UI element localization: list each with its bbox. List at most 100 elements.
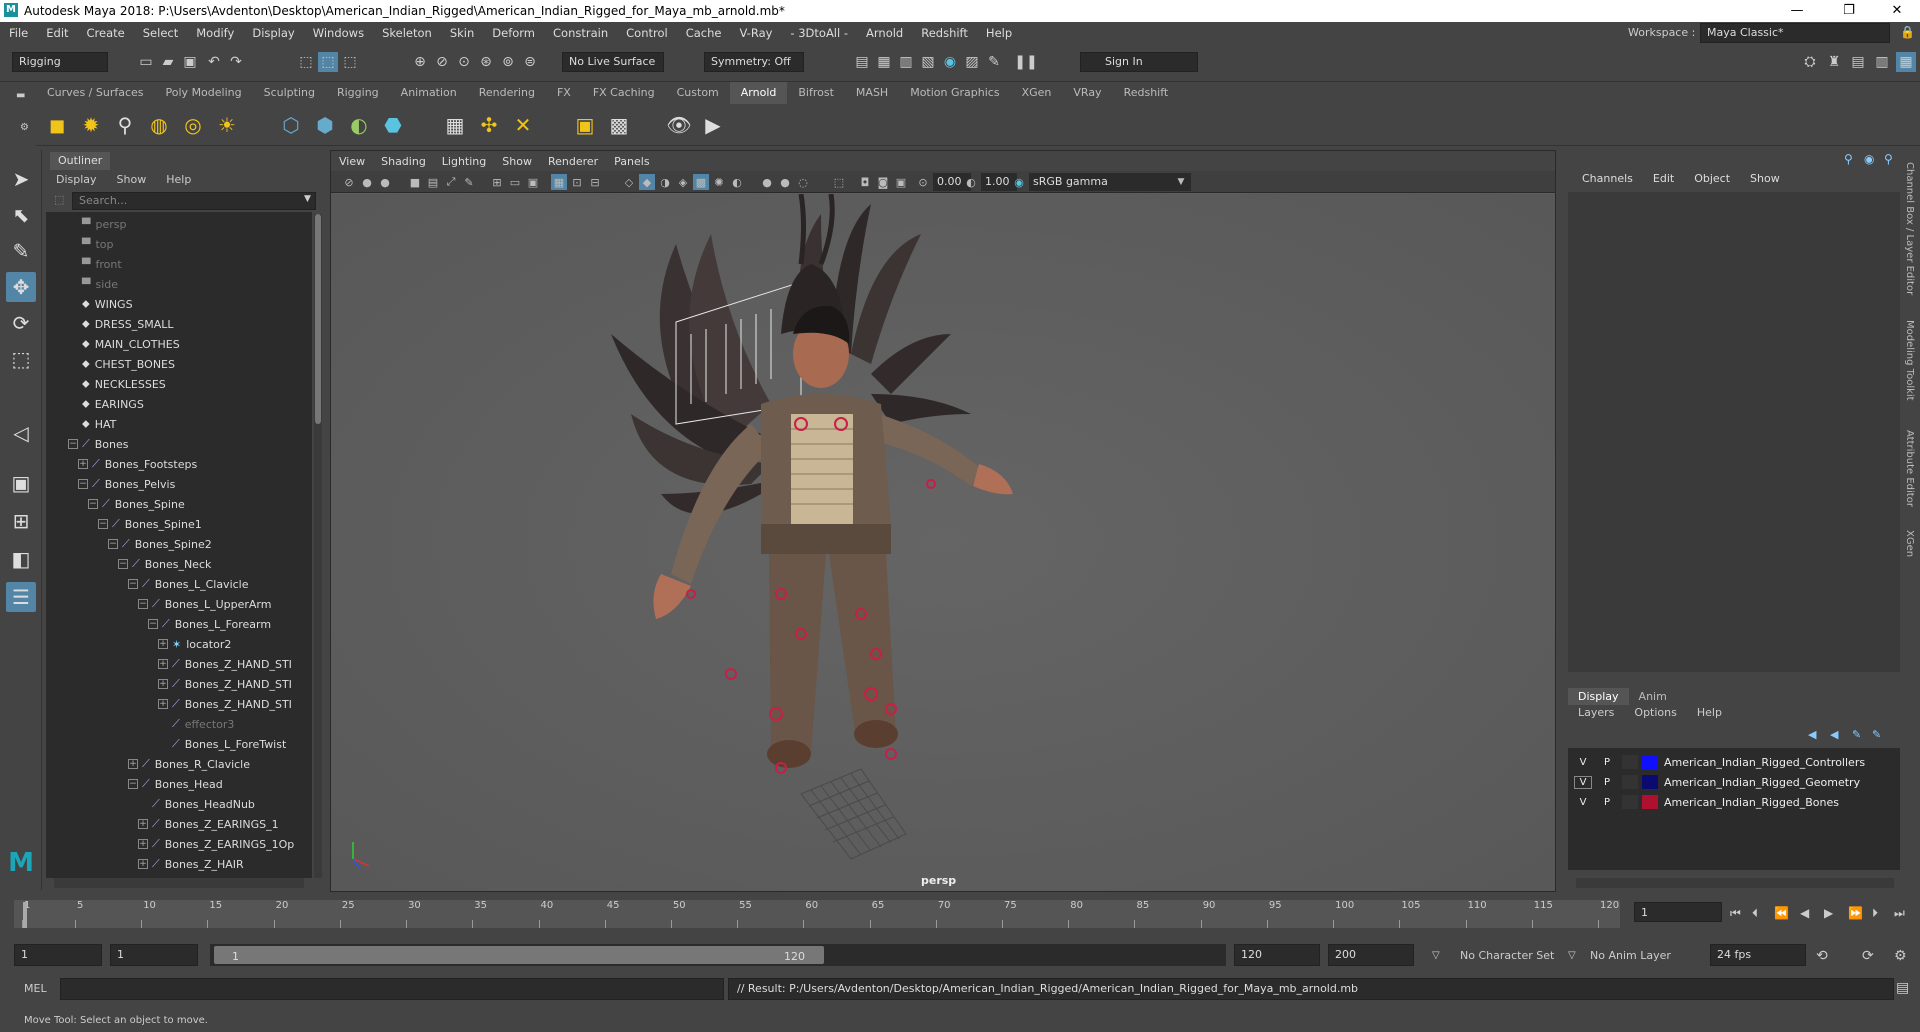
outliner-item[interactable]: + ⟋ Bones_Z_HAND_STI — [158, 674, 292, 694]
snap-surface-icon[interactable]: ⊚ — [498, 52, 518, 72]
collapse-icon[interactable]: − — [68, 439, 78, 449]
current-time-indicator[interactable] — [23, 902, 27, 928]
menu-display[interactable]: Display — [243, 26, 303, 40]
snap-point-icon[interactable]: ⊙ — [454, 52, 474, 72]
shelf-tab-curves-surfaces[interactable]: Curves / Surfaces — [36, 82, 155, 104]
shelf-tab-sculpting[interactable]: Sculpting — [253, 82, 326, 104]
shelf-tab-fx[interactable]: FX — [546, 82, 582, 104]
layer-display-type[interactable] — [1622, 775, 1638, 789]
light-editor-icon[interactable]: ✎ — [984, 52, 1004, 72]
shelf-tab-rendering[interactable]: Rendering — [468, 82, 546, 104]
outliner-item[interactable]: ⬥ NECKLESSES — [68, 374, 166, 394]
outliner-item[interactable]: − ⟋ Bones_Neck — [118, 554, 211, 574]
expand-icon[interactable]: + — [158, 639, 168, 649]
lock-camera-icon[interactable]: ● — [359, 174, 375, 190]
anti-aliasing-icon[interactable]: ◌ — [795, 174, 811, 190]
shelf-tab-mash[interactable]: MASH — [845, 82, 899, 104]
wireframe-icon[interactable]: ▦ — [551, 174, 567, 190]
light-manager-icon[interactable]: ▣ — [570, 110, 600, 140]
resolution-gate-icon[interactable]: ▣ — [525, 174, 541, 190]
snap-grid-icon[interactable]: ⊕ — [410, 52, 430, 72]
new-empty-layer-icon[interactable]: ✎ — [1852, 728, 1861, 741]
pause-viewport-icon[interactable]: ❚❚ — [1014, 52, 1037, 72]
layer-color-swatch[interactable] — [1642, 775, 1658, 789]
snap-vertex-icon[interactable]: ⊜ — [520, 52, 540, 72]
menu-create[interactable]: Create — [78, 26, 134, 40]
expand-icon[interactable]: + — [158, 679, 168, 689]
shelf-settings-icon[interactable]: ⚙ — [20, 122, 29, 133]
motion-blur-icon[interactable]: ● — [777, 174, 793, 190]
select-hierarchy-icon[interactable]: ⬚ — [296, 52, 316, 72]
outliner-item[interactable]: ⟋ effector3 — [158, 714, 234, 734]
grease-pencil-icon[interactable]: ✎ — [461, 174, 477, 190]
xray-joints-icon[interactable]: ◙ — [875, 174, 891, 190]
expand-icon[interactable]: + — [158, 659, 168, 669]
shelf-tab-animation[interactable]: Animation — [390, 82, 468, 104]
arnold-render-view-icon[interactable]: 👁 — [664, 110, 694, 140]
shelf-tab-redshift[interactable]: Redshift — [1113, 82, 1180, 104]
3d-scene[interactable]: persp — [331, 193, 1555, 891]
auto-key-icon[interactable]: ⟳ — [1862, 948, 1874, 964]
snap-view-icon[interactable]: ⊛ — [476, 52, 496, 72]
outliner-item[interactable]: + ⟋ Bones_Z_HAIR — [138, 854, 244, 874]
step-forward-icon[interactable]: ⏵ — [1872, 906, 1878, 921]
remove-tx-icon[interactable]: ✕ — [508, 110, 538, 140]
channel-box-float-icon[interactable]: ⚲ — [1884, 152, 1893, 166]
select-tool-icon[interactable]: ➤ — [6, 164, 36, 194]
channel-box-area[interactable] — [1568, 192, 1900, 672]
outliner-item[interactable]: ▀ top — [68, 234, 114, 254]
layer-menu-help[interactable]: Help — [1687, 706, 1732, 719]
outliner-menu-help[interactable]: Help — [156, 173, 201, 186]
layer-visibility-toggle[interactable]: V — [1574, 797, 1592, 808]
last-tool-icon[interactable]: ◁ — [6, 418, 36, 448]
redo-icon[interactable]: ↷ — [226, 52, 246, 72]
timeline-track[interactable]: 1 5 10 15 20 25 30 35 40 45 50 55 60 65 70 75 80 85 90 95 10… — [14, 900, 1620, 928]
close-button[interactable]: ✕ — [1874, 0, 1920, 22]
go-to-start-icon[interactable]: ⏮ — [1730, 906, 1741, 921]
layer-display-type[interactable] — [1622, 755, 1638, 769]
channel-box-icon[interactable]: ▦ — [1896, 52, 1916, 72]
lock-icon[interactable]: 🔒 — [1900, 25, 1915, 39]
channel-box-menu-show[interactable]: Show — [1740, 172, 1790, 185]
shelf-tab-xgen[interactable]: XGen — [1011, 82, 1063, 104]
menu-control[interactable]: Control — [617, 26, 677, 40]
expand-icon[interactable]: + — [128, 759, 138, 769]
hypershade-icon[interactable]: ◉ — [940, 52, 960, 72]
viewport-menu-shading[interactable]: Shading — [373, 155, 434, 168]
loop-icon[interactable]: ⟲ — [1816, 948, 1828, 964]
channel-box-menu-object[interactable]: Object — [1684, 172, 1740, 185]
paint-select-icon[interactable]: ✎ — [6, 236, 36, 266]
volume-icon[interactable]: ⬣ — [378, 110, 408, 140]
layer-color-swatch[interactable] — [1642, 795, 1658, 809]
view-transform-dropdown[interactable]: sRGB gamma — [1029, 173, 1191, 191]
search-dropdown-icon[interactable]: ▼ — [304, 194, 311, 204]
script-editor-icon[interactable]: ▤ — [1896, 980, 1909, 996]
anim-layer-dropdown[interactable]: No Anim Layer — [1590, 949, 1671, 962]
use-all-lights-icon[interactable]: ✺ — [711, 174, 727, 190]
view-transform-arrow-icon[interactable]: ▼ — [1173, 174, 1189, 190]
menu-arnold[interactable]: Arnold — [857, 26, 912, 40]
expand-icon[interactable]: + — [78, 459, 88, 469]
attribute-editor-icon[interactable]: ▤ — [1848, 52, 1868, 72]
open-scene-icon[interactable]: ▰ — [158, 52, 178, 72]
outliner-item[interactable]: ⟋ Bones_HeadNub — [138, 794, 255, 814]
shelf-tab-custom[interactable]: Custom — [666, 82, 730, 104]
new-layer-selected-icon[interactable]: ✎ — [1872, 728, 1881, 741]
render-frame-icon[interactable]: ▦ — [874, 52, 894, 72]
menu-constrain[interactable]: Constrain — [544, 26, 617, 40]
collapse-icon[interactable]: − — [128, 579, 138, 589]
menu-edit[interactable]: Edit — [37, 26, 77, 40]
outliner-item[interactable]: ⬥ WINGS — [68, 294, 133, 314]
outliner-item[interactable]: + ⟋ Bones_Z_HAND_STI — [158, 694, 292, 714]
menu-3dtoall[interactable]: - 3DtoAll - — [781, 26, 857, 40]
expand-icon[interactable]: + — [138, 839, 148, 849]
menu-windows[interactable]: Windows — [304, 26, 373, 40]
viewport-menu-view[interactable]: View — [331, 155, 373, 168]
anim-preferences-icon[interactable]: ⚙ — [1894, 948, 1907, 964]
live-surface-field[interactable]: No Live Surface — [562, 52, 664, 72]
grid-toggle-icon[interactable]: ⊞ — [489, 174, 505, 190]
channel-box-menu-edit[interactable]: Edit — [1643, 172, 1684, 185]
collapse-icon[interactable]: − — [108, 539, 118, 549]
command-language-toggle[interactable]: MEL — [24, 982, 47, 995]
smooth-shade-icon[interactable]: ◆ — [639, 174, 655, 190]
